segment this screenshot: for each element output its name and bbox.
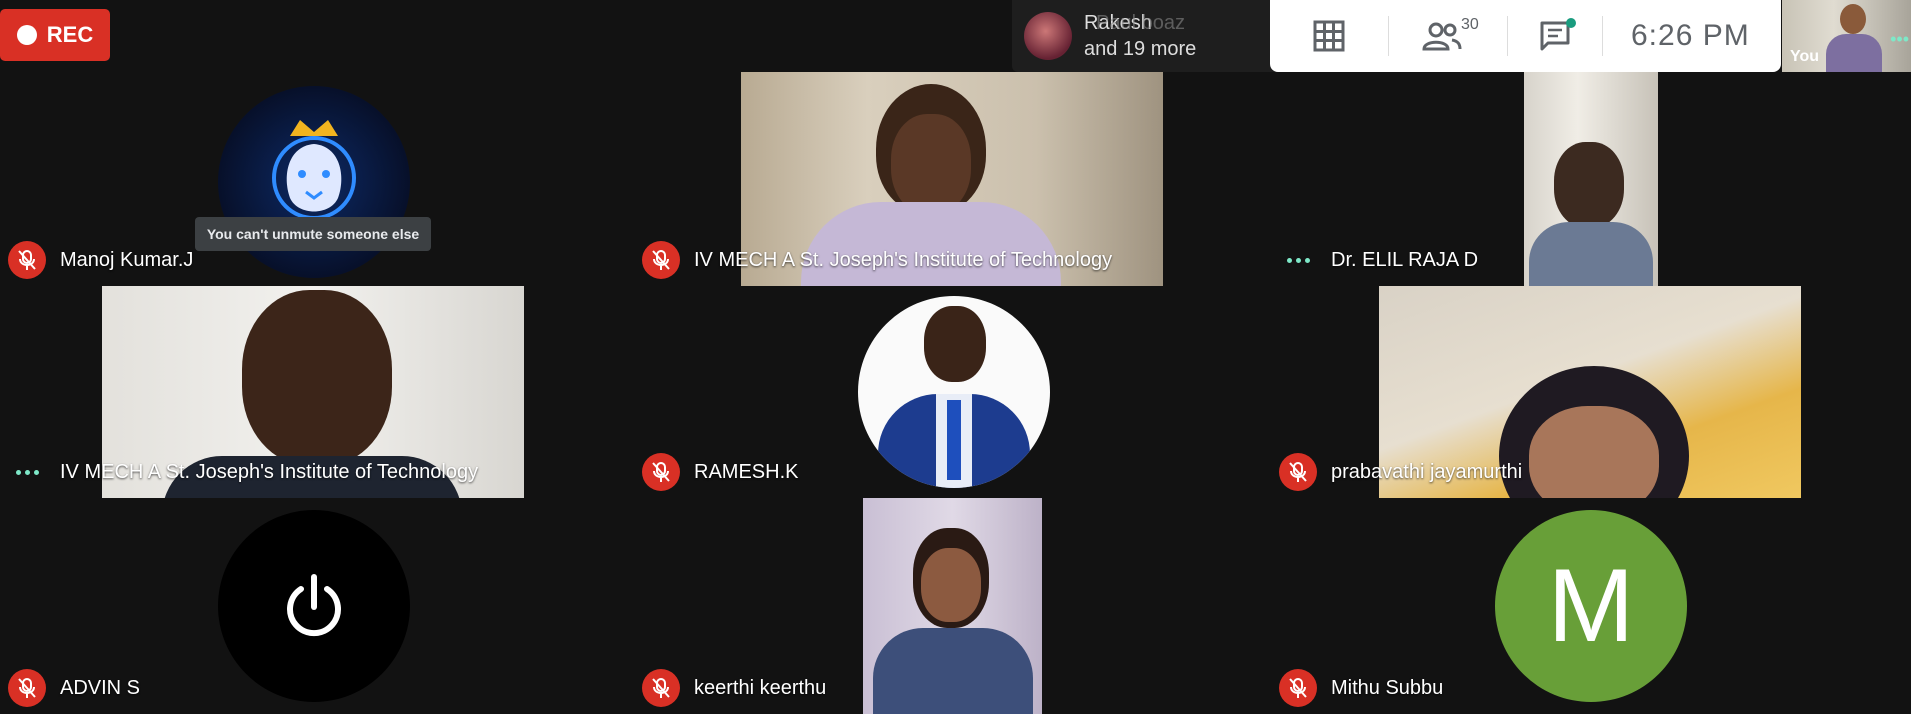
participant-name: Manoj Kumar.J <box>60 248 194 271</box>
participant-avatar <box>858 296 1050 488</box>
participant-tile[interactable]: IV MECH A St. Joseph's Institute of Tech… <box>0 286 634 498</box>
meeting-clock: 6:26 PM <box>1631 19 1750 52</box>
avatar-letter: M <box>1547 548 1635 664</box>
participant-tile[interactable]: M Mithu Subbu <box>1271 498 1911 714</box>
participant-name: Dr. ELIL RAJA D <box>1331 248 1479 271</box>
toolbar-divider <box>1602 16 1603 56</box>
mic-off-icon <box>1279 453 1317 491</box>
participant-tile[interactable]: keerthi keerthu <box>634 498 1271 714</box>
recording-indicator: REC <box>0 9 110 61</box>
participant-name: RAMESH.K <box>694 460 799 483</box>
layout-button[interactable] <box>1270 0 1388 72</box>
participant-tile[interactable]: ADVIN S <box>0 498 634 714</box>
participant-name-row: Mithu Subbu <box>1271 662 1443 714</box>
toast-more: and 19 more <box>1084 38 1197 60</box>
participant-name-row: ADVIN S <box>0 662 140 714</box>
participant-name: IV MECH A St. Joseph's Institute of Tech… <box>60 460 479 483</box>
chat-button[interactable] <box>1508 0 1602 72</box>
participant-name: prabavathi jayamurthi <box>1331 460 1523 483</box>
record-dot-icon <box>16 25 37 45</box>
grid-layout-icon <box>1313 20 1345 52</box>
mic-off-icon <box>8 241 46 279</box>
speaking-indicator-icon <box>1279 257 1317 263</box>
participant-name-row: keerthi keerthu <box>634 662 826 714</box>
participant-name-row: Dr. ELIL RAJA D <box>1271 234 1478 286</box>
mic-off-icon <box>642 453 680 491</box>
mic-off-icon <box>1279 669 1317 707</box>
participants-button[interactable]: 30 <box>1389 0 1507 72</box>
participant-tile[interactable]: prabavathi jayamurthi <box>1271 286 1911 498</box>
participant-avatar <box>218 510 410 702</box>
participant-name: keerthi keerthu <box>694 676 827 699</box>
unmute-tooltip: You can't unmute someone else <box>195 217 431 251</box>
participant-name-row: IV MECH A St. Joseph's Institute of Tech… <box>0 446 478 498</box>
speaking-indicator-icon <box>8 469 46 475</box>
participant-tile[interactable]: Dr. ELIL RAJA D <box>1271 72 1911 286</box>
self-video <box>1826 0 1882 72</box>
self-label: You <box>1790 48 1820 65</box>
participant-name: Mithu Subbu <box>1331 676 1444 699</box>
power-icon <box>287 574 341 637</box>
participant-name-row: IV MECH A St. Joseph's Institute of Tech… <box>634 234 1112 286</box>
mic-off-icon <box>642 669 680 707</box>
mic-off-icon <box>8 669 46 707</box>
participant-video <box>863 498 1042 714</box>
participant-video <box>1524 72 1658 286</box>
participant-tile[interactable]: IV MECH A St. Joseph's Institute of Tech… <box>634 72 1271 286</box>
chat-unread-dot <box>1566 18 1576 28</box>
participant-name: ADVIN S <box>60 676 141 699</box>
self-speaking-icon: ••• <box>1890 29 1909 49</box>
people-icon <box>1422 22 1462 51</box>
recording-label: REC <box>46 22 94 47</box>
participant-avatar: M <box>1495 510 1687 702</box>
mic-off-icon <box>642 241 680 279</box>
participants-toast[interactable]: Rakesh Paul boaz and 19 more <box>1012 0 1284 72</box>
participant-tile[interactable]: Manoj Kumar.J <box>0 72 634 286</box>
participant-name: IV MECH A St. Joseph's Institute of Tech… <box>694 248 1113 271</box>
meeting-toolbar: 30 6:26 PM <box>1270 0 1781 72</box>
toast-avatar <box>1024 12 1072 60</box>
participant-name-row: Manoj Kumar.J <box>0 234 193 286</box>
toast-overlap-name: Paul boaz <box>1096 12 1185 34</box>
participant-name-row: prabavathi jayamurthi <box>1271 446 1522 498</box>
participant-tile[interactable]: RAMESH.K <box>634 286 1271 498</box>
participants-count: 30 <box>1461 16 1479 33</box>
participant-name-row: RAMESH.K <box>634 446 798 498</box>
self-view[interactable]: You ••• <box>1782 0 1911 72</box>
